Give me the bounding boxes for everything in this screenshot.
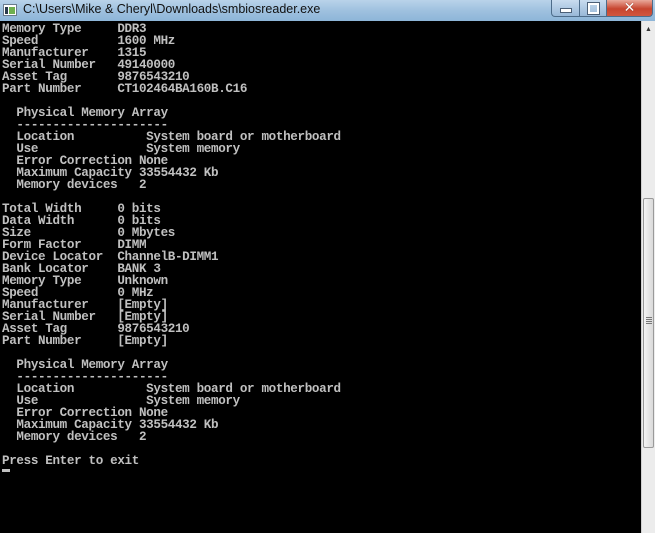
scroll-grip-icon: [646, 317, 652, 324]
console-line: Part Number CT102464BA160B.C16: [2, 82, 248, 96]
close-button[interactable]: ✕: [607, 0, 653, 17]
console-line: Memory devices 2: [2, 430, 147, 444]
console-line: Press Enter to exit: [2, 454, 139, 468]
scroll-up-arrow-icon: ▲: [645, 26, 652, 33]
scroll-up-button[interactable]: ▲: [642, 21, 655, 38]
maximize-button[interactable]: [580, 0, 607, 17]
scroll-thumb[interactable]: [643, 198, 654, 448]
console-line: Memory devices 2: [2, 178, 147, 192]
restore-icon: [586, 1, 600, 15]
minimize-button[interactable]: [551, 0, 580, 17]
window-title: C:\Users\Mike & Cheryl\Downloads\smbiosr…: [23, 2, 321, 16]
minimize-icon: [559, 8, 572, 13]
text-cursor: [2, 469, 10, 472]
console-output[interactable]: Memory Type DDR3 Speed 1600 MHz Manufactur…: [2, 23, 640, 533]
console-line: Part Number [Empty]: [2, 334, 168, 348]
console-app-icon[interactable]: [3, 4, 17, 16]
vertical-scrollbar[interactable]: ▲: [641, 21, 655, 533]
title-bar[interactable]: C:\Users\Mike & Cheryl\Downloads\smbiosr…: [0, 0, 655, 21]
close-icon: ✕: [623, 0, 636, 16]
window-controls: ✕: [551, 0, 653, 17]
